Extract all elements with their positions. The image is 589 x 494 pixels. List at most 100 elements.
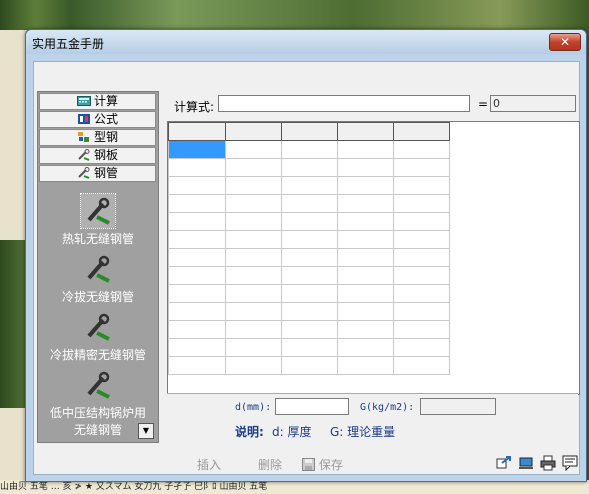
section-steel-icon xyxy=(77,132,89,142)
grid-cell[interactable] xyxy=(225,212,282,231)
tool-label-line2: 无缝钢管 xyxy=(73,423,122,437)
grid-cell[interactable] xyxy=(281,248,338,267)
grid-cell[interactable] xyxy=(393,176,450,195)
table-row xyxy=(168,194,450,213)
close-button[interactable]: ✕ xyxy=(549,33,581,51)
grid-cell[interactable] xyxy=(168,140,226,159)
grid-cell[interactable] xyxy=(337,266,394,285)
grid-cell[interactable] xyxy=(225,302,282,321)
grid-cell[interactable] xyxy=(281,266,338,285)
tool-cold-drawn-seamless-pipe[interactable]: 冷拔无缝钢管 xyxy=(38,252,158,305)
category-calculate[interactable]: 计算 xyxy=(39,93,156,110)
grid-cell[interactable] xyxy=(337,248,394,267)
grid-cell[interactable] xyxy=(225,248,282,267)
grid-cell[interactable] xyxy=(393,266,450,285)
insert-button[interactable]: 插入 xyxy=(197,456,221,473)
calculator-icon xyxy=(76,96,91,106)
category-formula[interactable]: 公式 xyxy=(39,111,156,128)
grid-cell[interactable] xyxy=(225,284,282,303)
grid-cell[interactable] xyxy=(281,140,338,159)
grid-cell[interactable] xyxy=(168,230,226,249)
client-area: 计算 公式 型钢 钢板 钢管 热轧无缝钢管 冷拔无缝钢管 冷拔精密无缝钢管 低中… xyxy=(33,61,580,475)
grid-cell[interactable] xyxy=(281,176,338,195)
grid-cell[interactable] xyxy=(337,338,394,357)
grid-cell[interactable] xyxy=(281,320,338,339)
grid-cell[interactable] xyxy=(337,302,394,321)
grid-cell[interactable] xyxy=(168,248,226,267)
grid-cell[interactable] xyxy=(281,338,338,357)
grid-cell[interactable] xyxy=(281,356,338,375)
grid-cell[interactable] xyxy=(337,356,394,375)
grid-cell[interactable] xyxy=(281,284,338,303)
grid-cell[interactable] xyxy=(337,212,394,231)
top-empty-strip xyxy=(34,62,579,90)
grid-cell[interactable] xyxy=(168,338,226,357)
grid-cell[interactable] xyxy=(337,284,394,303)
grid-cell[interactable] xyxy=(168,158,226,177)
grid-cell[interactable] xyxy=(168,302,226,321)
grid-cell[interactable] xyxy=(168,212,226,231)
grid-table[interactable] xyxy=(168,122,450,375)
category-steel-pipe[interactable]: 钢管 xyxy=(39,165,156,182)
grid-cell[interactable] xyxy=(393,338,450,357)
grid-cell[interactable] xyxy=(393,284,450,303)
printer-icon[interactable] xyxy=(540,455,556,471)
grid-cell[interactable] xyxy=(393,194,450,213)
grid-cell[interactable] xyxy=(168,320,226,339)
grid-cell[interactable] xyxy=(393,320,450,339)
grid-cell[interactable] xyxy=(337,158,394,177)
grid-cell[interactable] xyxy=(225,338,282,357)
grid-cell[interactable] xyxy=(393,230,450,249)
grid-cell[interactable] xyxy=(393,302,450,321)
grid-cell[interactable] xyxy=(225,320,282,339)
grid-cell[interactable] xyxy=(225,266,282,285)
category-steel-plate[interactable]: 钢板 xyxy=(39,147,156,164)
tool-hot-rolled-seamless-pipe[interactable]: 热轧无缝钢管 xyxy=(38,193,158,247)
grid-cell[interactable] xyxy=(168,284,226,303)
grid-column-header[interactable] xyxy=(225,122,282,141)
grid-cell[interactable] xyxy=(225,158,282,177)
grid-cell[interactable] xyxy=(225,176,282,195)
grid-cell[interactable] xyxy=(281,158,338,177)
grid-cell[interactable] xyxy=(225,356,282,375)
grid-cell[interactable] xyxy=(168,194,226,213)
save-button[interactable]: 保存 xyxy=(302,456,343,473)
grid-cell[interactable] xyxy=(393,356,450,375)
grid-cell[interactable] xyxy=(281,212,338,231)
grid-cell[interactable] xyxy=(393,140,450,159)
grid-column-header[interactable] xyxy=(337,122,394,141)
category-section-steel[interactable]: 型钢 xyxy=(39,129,156,146)
grid-cell[interactable] xyxy=(393,248,450,267)
table-row xyxy=(168,320,450,339)
title-bar[interactable]: 实用五金手册 ✕ xyxy=(26,30,586,54)
grid-cell[interactable] xyxy=(168,176,226,195)
grid-cell[interactable] xyxy=(337,320,394,339)
grid-cell[interactable] xyxy=(225,230,282,249)
screen-icon[interactable] xyxy=(518,455,534,471)
data-grid[interactable] xyxy=(167,121,580,395)
grid-column-header[interactable] xyxy=(281,122,338,141)
comment-icon[interactable] xyxy=(562,455,578,471)
grid-cell[interactable] xyxy=(168,356,226,375)
scroll-down-button[interactable]: ▼ xyxy=(138,423,154,439)
tool-cold-drawn-precision-pipe[interactable]: 冷拔精密无缝钢管 xyxy=(38,310,158,363)
grid-cell[interactable] xyxy=(281,230,338,249)
grid-cell[interactable] xyxy=(337,230,394,249)
table-row xyxy=(168,284,450,303)
grid-cell[interactable] xyxy=(281,194,338,213)
formula-input[interactable] xyxy=(218,95,470,112)
delete-button[interactable]: 删除 xyxy=(258,456,282,473)
grid-cell[interactable] xyxy=(168,266,226,285)
tool-label: 冷拔无缝钢管 xyxy=(61,290,134,304)
grid-cell[interactable] xyxy=(393,158,450,177)
grid-cell[interactable] xyxy=(337,140,394,159)
grid-cell[interactable] xyxy=(225,194,282,213)
grid-column-header[interactable] xyxy=(393,122,450,141)
grid-cell[interactable] xyxy=(337,194,394,213)
export-icon[interactable] xyxy=(496,455,512,471)
thickness-input[interactable] xyxy=(275,398,349,415)
grid-cell[interactable] xyxy=(393,212,450,231)
grid-cell[interactable] xyxy=(225,140,282,159)
grid-cell[interactable] xyxy=(281,302,338,321)
grid-cell[interactable] xyxy=(337,176,394,195)
